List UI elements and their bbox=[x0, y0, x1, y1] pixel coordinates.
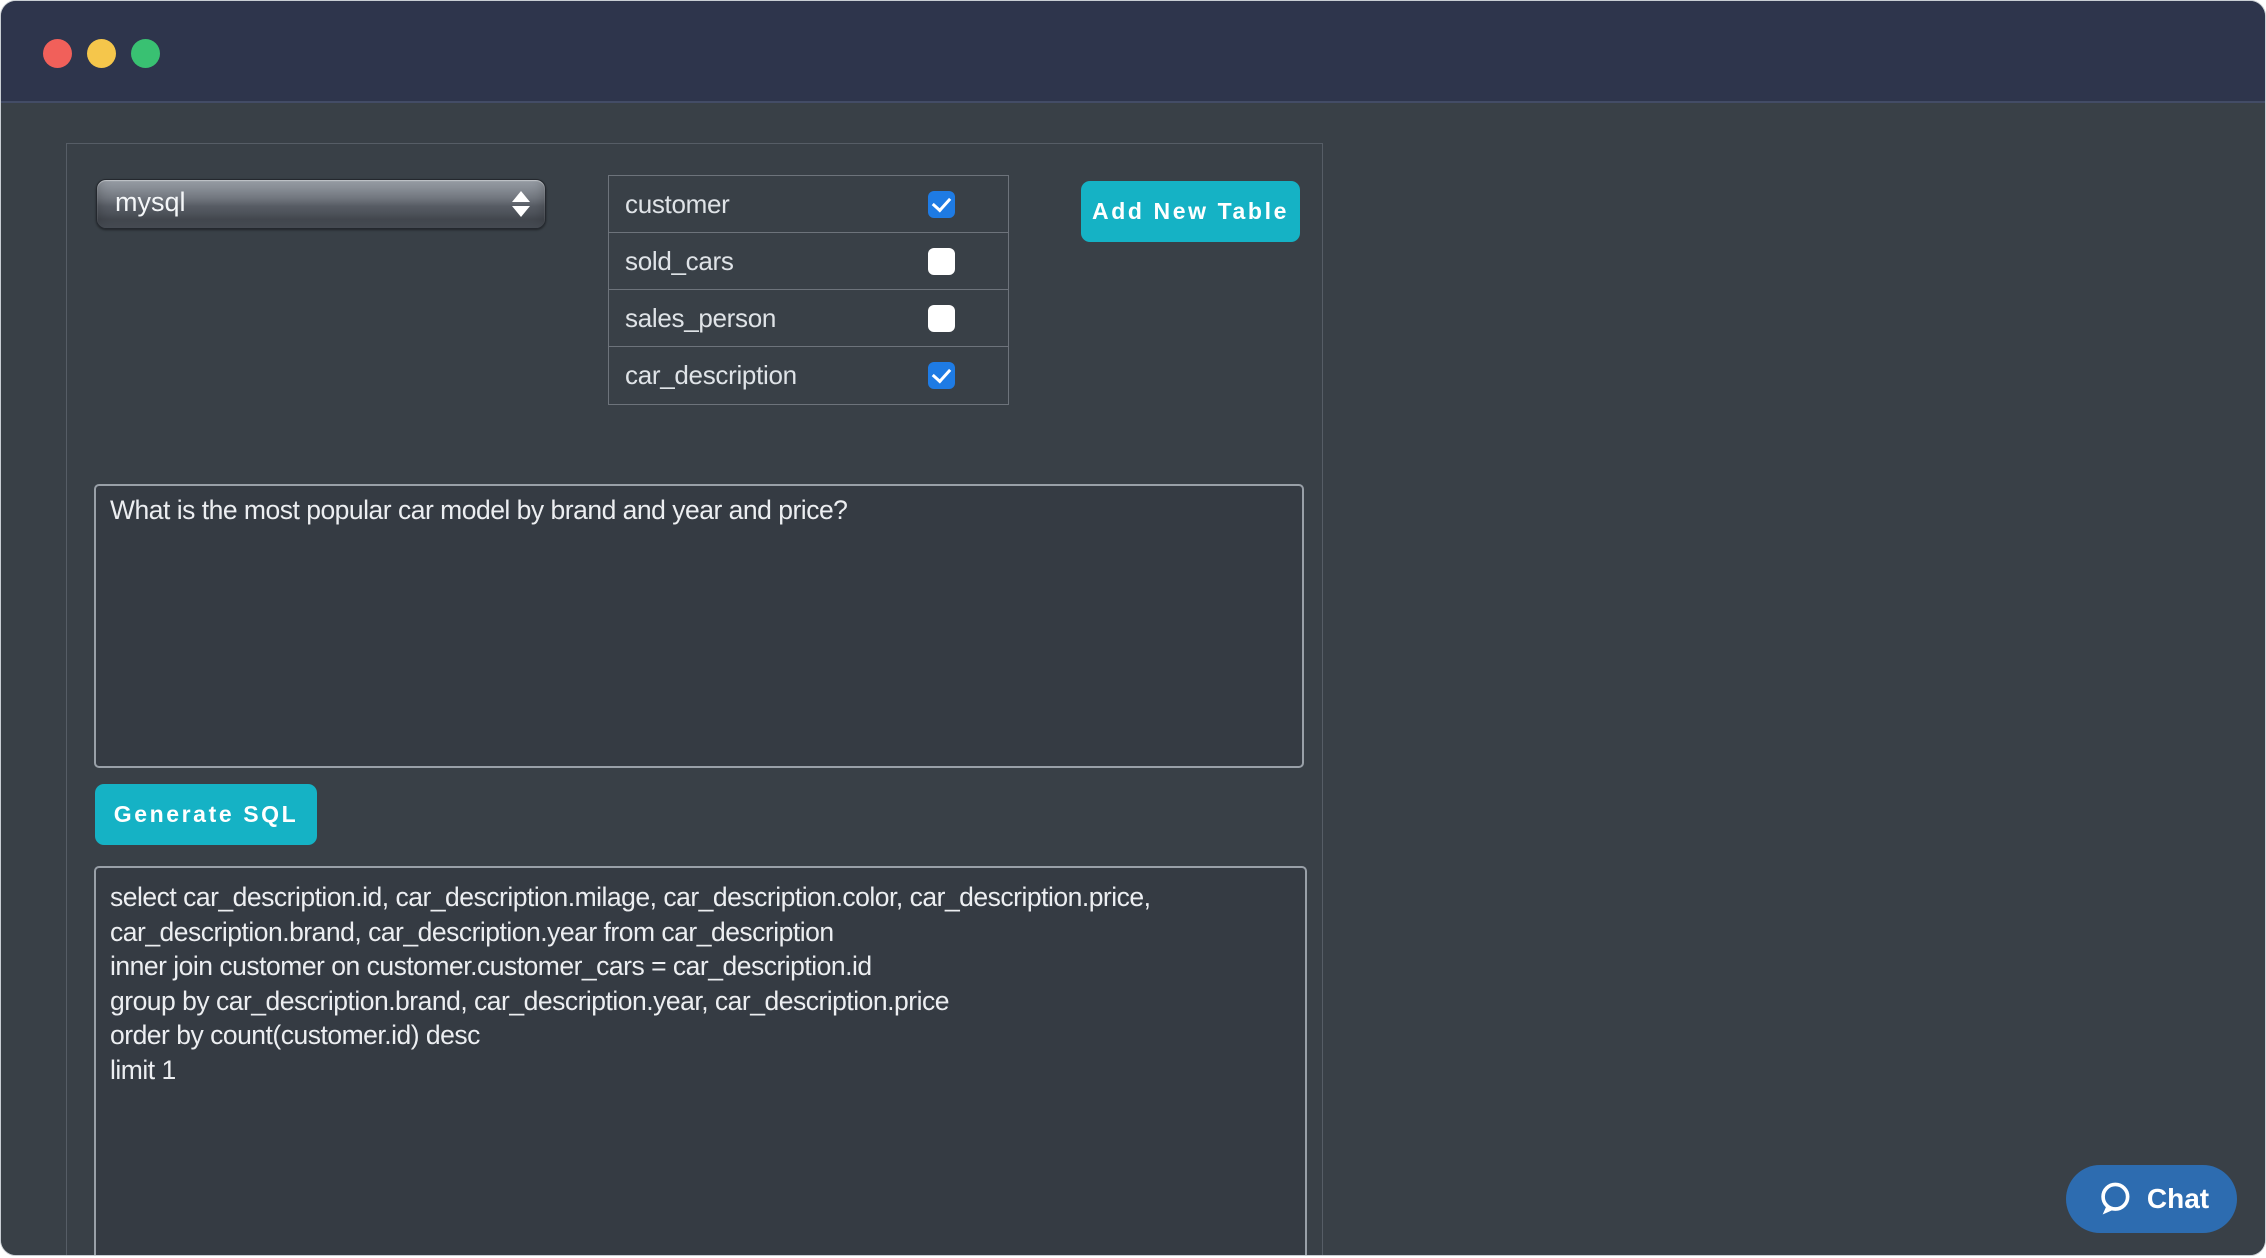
close-window-button[interactable] bbox=[43, 39, 72, 68]
screen: mysql customer sold_cars sales_person car_d… bbox=[0, 0, 2266, 1258]
sql-output[interactable]: select car_description.id, car_descripti… bbox=[94, 866, 1307, 1256]
table-name-label: sales_person bbox=[625, 303, 776, 334]
main-content: mysql customer sold_cars sales_person car_d… bbox=[1, 105, 2265, 1255]
database-select[interactable]: mysql bbox=[96, 179, 546, 229]
table-row[interactable]: customer bbox=[609, 176, 1008, 233]
chat-bubble-icon bbox=[2094, 1179, 2134, 1219]
table-checkbox[interactable] bbox=[928, 248, 955, 275]
table-checkbox[interactable] bbox=[928, 191, 955, 218]
table-row[interactable]: sales_person bbox=[609, 290, 1008, 347]
minimize-window-button[interactable] bbox=[87, 39, 116, 68]
generate-sql-button[interactable]: Generate SQL bbox=[95, 784, 317, 845]
app-window: mysql customer sold_cars sales_person car_d… bbox=[0, 0, 2266, 1256]
zoom-window-button[interactable] bbox=[131, 39, 160, 68]
tables-list: customer sold_cars sales_person car_descrip… bbox=[608, 175, 1009, 405]
table-row[interactable]: car_description bbox=[609, 347, 1008, 404]
table-name-label: car_description bbox=[625, 360, 797, 391]
chat-button-label: Chat bbox=[2147, 1183, 2209, 1215]
chat-button[interactable]: Chat bbox=[2066, 1165, 2237, 1233]
table-checkbox[interactable] bbox=[928, 305, 955, 332]
database-select-wrap: mysql bbox=[96, 179, 546, 229]
add-new-table-button[interactable]: Add New Table bbox=[1081, 181, 1300, 242]
table-name-label: customer bbox=[625, 189, 730, 220]
titlebar bbox=[1, 1, 2265, 103]
query-panel: mysql customer sold_cars sales_person car_d… bbox=[66, 143, 1323, 1256]
question-input[interactable]: What is the most popular car model by br… bbox=[94, 484, 1304, 768]
table-checkbox[interactable] bbox=[928, 362, 955, 389]
table-name-label: sold_cars bbox=[625, 246, 734, 277]
table-row[interactable]: sold_cars bbox=[609, 233, 1008, 290]
